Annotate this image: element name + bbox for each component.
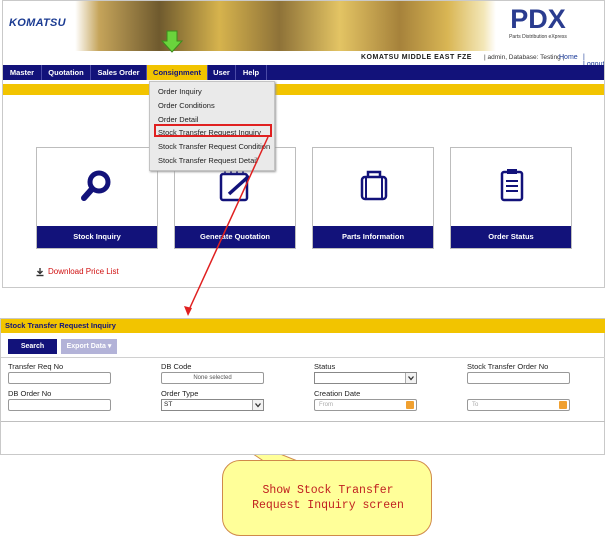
- to-placeholder: To: [472, 402, 479, 408]
- chevron-down-icon: [252, 400, 263, 410]
- creation-date-to-input[interactable]: To: [467, 399, 570, 411]
- annotation-callout: Show Stock Transfer Request Inquiry scre…: [222, 460, 432, 536]
- divider: [1, 357, 605, 358]
- export-data-label: Export Data: [66, 343, 106, 350]
- order-type-value: ST: [164, 401, 173, 408]
- green-arrow-icon: [160, 30, 184, 53]
- calendar-icon[interactable]: [406, 401, 414, 409]
- db-code-label: DB Code: [161, 362, 192, 371]
- stock-transfer-inquiry-screenshot: Stock Transfer Request Inquiry Search Ex…: [0, 318, 605, 455]
- search-button[interactable]: Search: [8, 339, 57, 354]
- transfer-req-no-label: Transfer Req No: [8, 362, 64, 371]
- from-placeholder: From: [319, 402, 333, 408]
- creation-date-label: Creation Date: [314, 389, 361, 398]
- db-order-no-input[interactable]: [8, 399, 111, 411]
- transfer-req-no-input[interactable]: [8, 372, 111, 384]
- annotation-arrows: [160, 30, 301, 465]
- db-code-multiselect[interactable]: None selected: [161, 372, 264, 384]
- chevron-down-icon: ▾: [107, 343, 112, 350]
- order-type-select[interactable]: ST: [161, 399, 264, 411]
- divider: [1, 421, 605, 422]
- calendar-icon[interactable]: [559, 401, 567, 409]
- chevron-down-icon: [405, 373, 416, 383]
- red-connector-arrow: [187, 136, 269, 313]
- status-label: Status: [314, 362, 336, 371]
- order-type-label: Order Type: [161, 389, 199, 398]
- callout-line-1: Show Stock Transfer: [262, 484, 394, 497]
- stock-transfer-order-no-label: Stock Transfer Order No: [467, 362, 549, 371]
- callout-line-2: Request Inquiry screen: [252, 499, 404, 512]
- callout-text: Show Stock Transfer Request Inquiry scre…: [223, 483, 433, 513]
- status-select[interactable]: [314, 372, 417, 384]
- export-data-button[interactable]: Export Data ▾: [61, 339, 117, 354]
- creation-date-from-input[interactable]: From: [314, 399, 417, 411]
- stock-transfer-order-no-input[interactable]: [467, 372, 570, 384]
- db-order-no-label: DB Order No: [8, 389, 52, 398]
- panel-title: Stock Transfer Request Inquiry: [1, 319, 605, 333]
